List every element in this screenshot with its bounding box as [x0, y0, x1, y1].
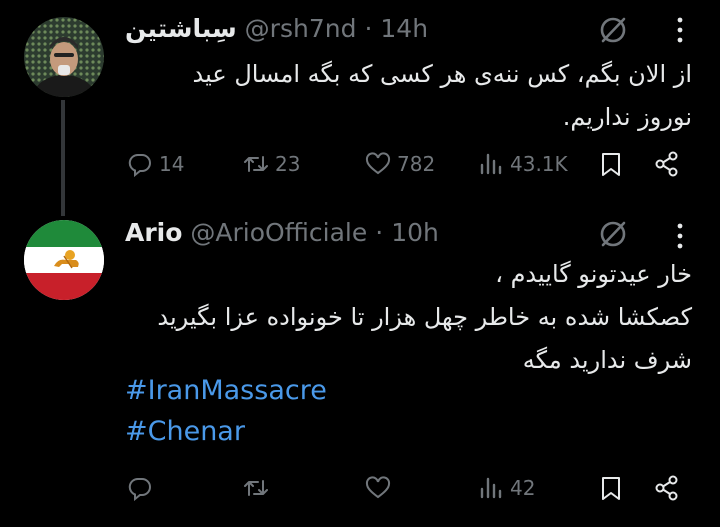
tweet-text-line: از الان بگم، کس ننه‌ی هر کسی که بگه امسا… — [192, 60, 692, 88]
bookmark-button[interactable] — [598, 151, 624, 177]
tweet-text-line: کصکشا شده به خاطر چهل هزار تا خونواده عز… — [157, 303, 692, 331]
retweet-icon — [244, 480, 268, 496]
bookmark-icon — [602, 477, 620, 500]
grok-icon[interactable] — [598, 15, 628, 45]
tweet2-header: Ario @ArioOfficiale · 10h — [125, 218, 439, 247]
hashtag-link[interactable]: #Chenar — [125, 416, 245, 447]
retweet-button[interactable] — [243, 475, 269, 501]
share-icon — [655, 475, 678, 501]
display-name[interactable]: سِباشتین — [125, 14, 237, 43]
reply-count: 14 — [159, 152, 185, 176]
tweet1-text: از الان بگم، کس ننه‌ی هر کسی که بگه امسا… — [112, 53, 692, 139]
separator-dot: · — [375, 218, 384, 247]
tweet-text-line: خار عیدتونو گاییدم ، — [495, 260, 692, 288]
bookmark-icon — [602, 153, 620, 176]
timestamp[interactable]: 10h — [391, 218, 439, 247]
like-button[interactable]: 782 — [365, 151, 435, 177]
avatar-ario[interactable] — [24, 220, 104, 300]
like-icon — [365, 152, 391, 175]
thread-line — [61, 100, 65, 216]
handle[interactable]: @ArioOfficiale — [190, 218, 367, 247]
views-count: 42 — [510, 476, 536, 500]
reply-icon — [128, 477, 151, 501]
retweet-button[interactable]: 23 — [243, 151, 300, 177]
avatar-user-photo — [24, 17, 104, 97]
handle[interactable]: @rsh7nd — [245, 14, 357, 43]
views-button[interactable]: 42 — [478, 475, 535, 501]
like-button[interactable] — [365, 475, 391, 501]
views-icon — [480, 153, 502, 175]
grok-icon[interactable] — [598, 219, 628, 249]
like-count: 782 — [397, 152, 436, 176]
bookmark-button[interactable] — [598, 475, 624, 501]
retweet-count: 23 — [275, 152, 301, 176]
share-button[interactable] — [654, 151, 680, 177]
views-button[interactable]: 43.1K — [478, 151, 568, 177]
retweet-icon — [244, 156, 268, 172]
more-icon[interactable] — [675, 222, 685, 250]
display-name[interactable]: Ario — [125, 218, 182, 247]
avatar-rsh7nd[interactable] — [24, 17, 104, 97]
separator-dot: · — [364, 14, 373, 43]
tweet1-header: سِباشتین @rsh7nd · 14h — [125, 14, 428, 43]
avatar-lion-sun-flag — [24, 220, 104, 300]
share-icon — [655, 151, 678, 177]
tweet2-text: خار عیدتونو گاییدم ، کصکشا شده به خاطر چ… — [112, 253, 692, 382]
timestamp[interactable]: 14h — [380, 14, 428, 43]
views-icon — [480, 477, 502, 499]
reply-icon — [128, 153, 151, 177]
share-button[interactable] — [654, 475, 680, 501]
reply-button[interactable]: 14 — [127, 151, 184, 177]
reply-button[interactable] — [127, 475, 153, 501]
like-icon — [365, 476, 391, 499]
hashtag-link[interactable]: #IranMassacre — [125, 375, 327, 406]
views-count: 43.1K — [510, 152, 568, 176]
more-icon[interactable] — [675, 16, 685, 44]
tweet-text-line: نوروز نداریم. — [562, 103, 692, 131]
